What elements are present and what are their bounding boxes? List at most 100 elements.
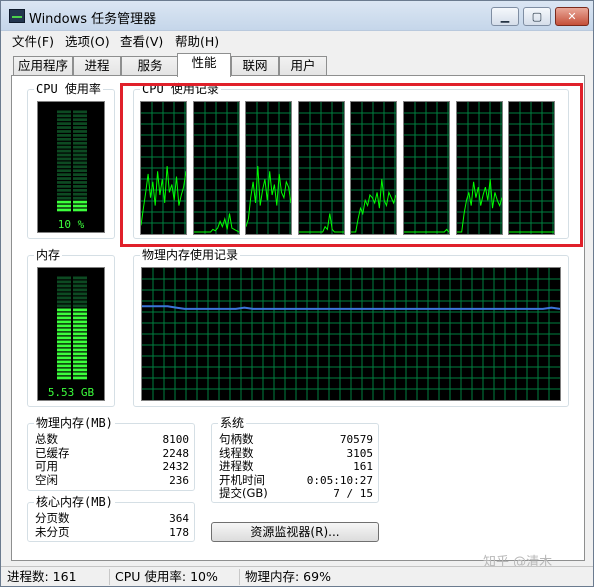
memory-meter-segment xyxy=(73,372,87,376)
memory-meter-segment xyxy=(73,292,87,296)
cpu-meter-segment xyxy=(73,161,87,165)
memory-meter-segment xyxy=(57,312,71,316)
memory-meter-segment xyxy=(57,292,71,296)
memory-meter-segment xyxy=(73,276,87,280)
cpu-meter-segment xyxy=(57,118,71,122)
physical-memory-title: 物理内存(MB) xyxy=(34,416,115,430)
memory-meter-segment xyxy=(57,368,71,372)
kernel-memory-label: 未分页 xyxy=(35,524,70,539)
memory-meter-segment xyxy=(57,340,71,344)
cpu-meter-segment xyxy=(57,134,71,137)
memory-meter-segment xyxy=(57,320,71,324)
cpu-meter-segment xyxy=(73,114,87,118)
system-value: 7 / 15 xyxy=(333,487,373,500)
memory-meter-segment xyxy=(73,304,87,308)
memory-meter-segment xyxy=(57,288,71,292)
memory-meter-segment xyxy=(57,328,71,332)
window-title: Windows 任务管理器 xyxy=(29,12,157,27)
cpu-meter-segment xyxy=(57,196,71,200)
memory-meter-segment xyxy=(73,280,87,284)
physical-memory-row: 已缓存 2248 xyxy=(35,446,189,460)
cpu-meter-segment xyxy=(73,208,87,212)
cpu-meter-segment xyxy=(73,137,87,141)
tab-performance[interactable]: 性能 xyxy=(177,53,231,77)
menu-options[interactable]: 选项(O) xyxy=(65,31,110,50)
physical-memory-row: 空闲 236 xyxy=(35,473,189,487)
cpu-usage-meter: 10 % xyxy=(37,101,105,233)
kernel-memory-value: 364 xyxy=(169,512,189,525)
cpu-meter-segment xyxy=(57,153,71,157)
status-bar: 进程数: 161 CPU 使用率: 10% 物理内存: 69% xyxy=(1,566,593,586)
title-bar[interactable]: Windows 任务管理器 ▁ ▢ ✕ xyxy=(1,1,593,31)
memory-meter-segment xyxy=(73,348,87,352)
cpu-meter-segment xyxy=(73,153,87,157)
memory-meter-segment xyxy=(73,356,87,360)
memory-meter-segment xyxy=(73,344,87,348)
system-row: 线程数 3105 xyxy=(219,445,373,460)
memory-meter-segment xyxy=(73,352,87,356)
status-memory: 物理内存: 69% xyxy=(245,569,331,584)
memory-history-chart xyxy=(142,268,561,400)
close-button[interactable]: ✕ xyxy=(555,7,589,26)
tab-users[interactable]: 用户 xyxy=(279,56,327,76)
cpu-meter-segment xyxy=(73,192,87,196)
system-title: 系统 xyxy=(218,416,247,430)
tab-processes[interactable]: 进程 xyxy=(73,56,121,76)
memory-meter-segment xyxy=(73,328,87,332)
tab-networking[interactable]: 联网 xyxy=(231,56,279,76)
system-value: 70579 xyxy=(339,433,373,446)
cpu-meter-segment xyxy=(73,122,87,125)
maximize-button[interactable]: ▢ xyxy=(523,7,551,26)
system-row: 进程数 161 xyxy=(219,460,373,474)
memory-meter-segment xyxy=(57,332,71,336)
cpu-meter-segment xyxy=(57,122,71,125)
task-manager-icon xyxy=(9,9,25,23)
system-label: 提交(GB) xyxy=(219,486,268,500)
menu-help[interactable]: 帮助(H) xyxy=(175,31,219,50)
physical-memory-label: 可用 xyxy=(35,459,58,473)
cpu-meter-segment xyxy=(73,188,87,192)
memory-meter-segment xyxy=(57,376,71,380)
cpu-meter-segment xyxy=(57,204,71,208)
memory-meter-segment xyxy=(57,336,71,340)
cpu-meter-segment xyxy=(57,137,71,141)
minimize-button[interactable]: ▁ xyxy=(491,7,519,26)
memory-history-title: 物理内存使用记录 xyxy=(140,248,241,262)
cpu-meter-segment xyxy=(73,196,87,200)
tab-applications[interactable]: 应用程序 xyxy=(13,56,73,76)
status-separator xyxy=(239,569,240,585)
cpu-meter-segment xyxy=(57,200,71,204)
memory-meter-segment xyxy=(73,316,87,320)
cpu-meter-segment xyxy=(57,165,71,169)
cpu-meter-segment xyxy=(57,177,71,180)
memory-meter-segment xyxy=(73,332,87,336)
system-label: 线程数 xyxy=(219,445,254,460)
resource-monitor-button[interactable]: 资源监视器(R)... xyxy=(211,522,379,542)
cpu-meter-segment xyxy=(73,141,87,145)
cpu-meter-segment xyxy=(57,192,71,196)
kernel-memory-row: 分页数 364 xyxy=(35,512,189,526)
cpu-meter-segment xyxy=(73,169,87,173)
tab-services[interactable]: 服务 xyxy=(121,56,179,76)
cpu-meter-segment xyxy=(57,157,71,161)
cpu-meter-segment xyxy=(73,204,87,208)
memory-meter-segment xyxy=(73,300,87,304)
menu-view[interactable]: 查看(V) xyxy=(120,31,163,50)
menu-file[interactable]: 文件(F) xyxy=(12,31,54,50)
system-value: 161 xyxy=(353,460,373,473)
kernel-memory-row: 未分页 178 xyxy=(35,524,189,539)
memory-meter-segment xyxy=(73,308,87,312)
cpu-meter-segment xyxy=(73,130,87,133)
status-cpu: CPU 使用率: 10% xyxy=(115,569,218,584)
memory-title: 内存 xyxy=(34,248,63,262)
cpu-meter-segment xyxy=(57,145,71,149)
system-row: 开机时间 0:05:10:27 xyxy=(219,473,373,487)
cpu-meter-segment xyxy=(57,141,71,145)
memory-meter-segment xyxy=(57,344,71,348)
memory-meter-segment xyxy=(57,356,71,360)
memory-meter-segment xyxy=(57,284,71,288)
task-manager-window: Windows 任务管理器 ▁ ▢ ✕ 文件(F) 选项(O) 查看(V) 帮助… xyxy=(0,0,594,587)
cpu-usage-title: CPU 使用率 xyxy=(34,82,103,96)
cpu-meter-segment xyxy=(57,173,71,176)
physical-memory-row: 总数 8100 xyxy=(35,433,189,447)
